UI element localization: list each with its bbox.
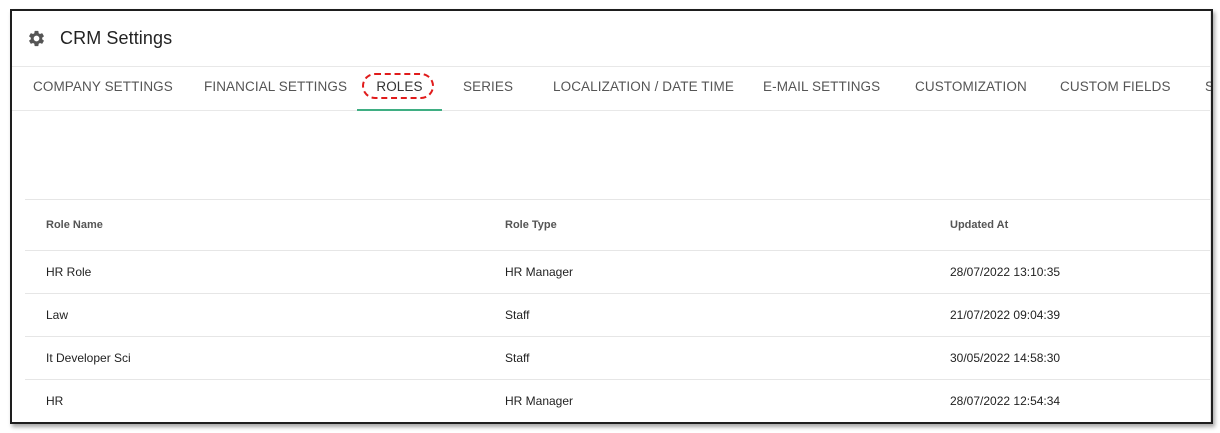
column-header-role-type[interactable]: Role Type — [505, 200, 557, 250]
tab-email-settings[interactable]: E-MAIL SETTINGS — [763, 67, 880, 111]
tab-customization[interactable]: CUSTOMIZATION — [915, 67, 1027, 111]
tab-localization[interactable]: LOCALIZATION / DATE TIME — [553, 67, 734, 111]
settings-tabs: COMPANY SETTINGS FINANCIAL SETTINGS ROLE… — [12, 67, 1211, 111]
annotation-highlight — [362, 73, 434, 99]
role-type-cell: HR Manager — [505, 265, 574, 279]
column-header-role-name[interactable]: Role Name — [46, 200, 103, 250]
table-header-row: Role Name Role Type Updated At — [25, 199, 1210, 250]
updated-at-cell: 21/07/2022 09:04:39 — [950, 308, 1061, 322]
tab-series[interactable]: SERIES — [463, 67, 513, 111]
role-type-cell: Staff — [505, 351, 530, 365]
tab-financial-settings[interactable]: FINANCIAL SETTINGS — [204, 67, 347, 111]
roles-table: Role Name Role Type Updated At HR Role H… — [25, 199, 1210, 422]
page-header: CRM Settings — [12, 11, 1211, 67]
role-type-cell: Staff — [505, 308, 530, 322]
table-row[interactable]: HR Role HR Manager 28/07/2022 13:10:35 — [25, 250, 1210, 293]
role-type-cell: HR Manager — [505, 394, 574, 408]
tab-custom-fields[interactable]: CUSTOM FIELDS — [1060, 67, 1170, 111]
table-row[interactable]: Law Staff 21/07/2022 09:04:39 — [25, 293, 1210, 336]
column-header-updated-at[interactable]: Updated At — [950, 200, 1008, 250]
gear-icon — [26, 29, 46, 49]
updated-at-cell: 28/07/2022 12:54:34 — [950, 394, 1061, 408]
tab-roles[interactable]: ROLES — [357, 67, 442, 111]
table-row[interactable]: It Developer Sci Staff 30/05/2022 14:58:… — [25, 336, 1210, 379]
role-name-cell: HR Role — [46, 265, 92, 279]
updated-at-cell: 28/07/2022 13:10:35 — [950, 265, 1061, 279]
tab-truncated[interactable]: S — [1205, 67, 1211, 111]
updated-at-cell: 30/05/2022 14:58:30 — [950, 351, 1061, 365]
role-name-cell: Law — [46, 308, 69, 322]
settings-window: CRM Settings COMPANY SETTINGS FINANCIAL … — [10, 9, 1213, 424]
table-row[interactable]: HR HR Manager 28/07/2022 12:54:34 — [25, 379, 1210, 422]
role-name-cell: It Developer Sci — [46, 351, 131, 365]
role-name-cell: HR — [46, 394, 64, 408]
page-title: CRM Settings — [60, 28, 173, 48]
tab-company-settings[interactable]: COMPANY SETTINGS — [33, 67, 173, 111]
